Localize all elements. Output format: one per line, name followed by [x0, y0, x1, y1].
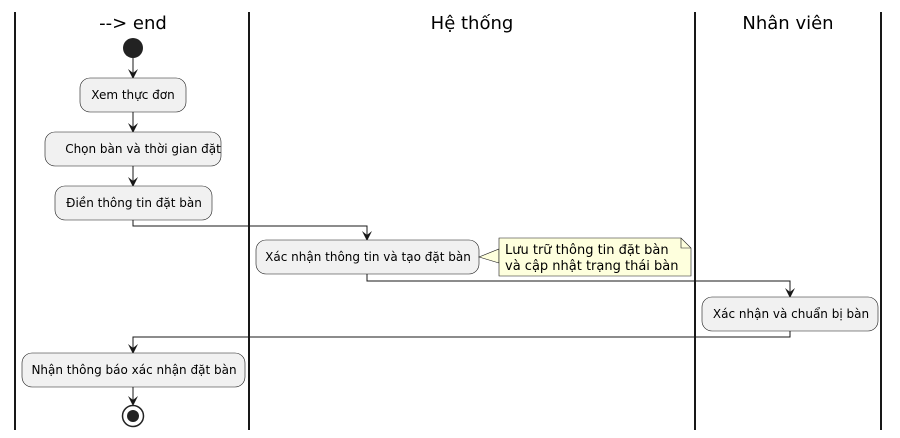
note: Lưu trữ thông tin đặt bàn và cập nhật tr… — [478, 237, 692, 277]
lane-title-customer: --> end — [99, 13, 167, 34]
activity-label: Chọn bàn và thời gian đặt — [65, 142, 221, 156]
activity-confirm-create: Xác nhận thông tin và tạo đặt bàn — [255, 239, 480, 275]
lane-title-system: Hệ thống — [431, 13, 514, 34]
activity-diagram: --> end Hệ thống Nhân viên Xem thực đơn … — [14, 12, 882, 430]
note-connector — [478, 248, 500, 264]
activity-label: Điền thông tin đặt bàn — [66, 196, 202, 210]
activity-prepare-table: Xác nhận và chuẩn bị bàn — [701, 296, 879, 332]
flow-prepare-to-notify — [128, 331, 791, 354]
start-node — [123, 38, 143, 58]
end-node — [121, 404, 145, 428]
activity-label: Xác nhận và chuẩn bị bàn — [713, 307, 869, 321]
lane-title-staff: Nhân viên — [742, 13, 833, 34]
activity-label: Nhận thông báo xác nhận đặt bàn — [31, 363, 236, 377]
activity-label: Xem thực đơn — [91, 88, 174, 102]
activity-fill-info: Điền thông tin đặt bàn — [54, 185, 213, 221]
flow-confirm-to-prepare — [366, 274, 795, 298]
activity-label: Xác nhận thông tin và tạo đặt bàn — [265, 250, 471, 264]
note-line-1: Lưu trữ thông tin đặt bàn — [505, 243, 669, 258]
activity-view-menu: Xem thực đơn — [79, 77, 187, 113]
activity-receive-notification: Nhận thông báo xác nhận đặt bàn — [21, 352, 246, 388]
activity-choose-table: Chọn bàn và thời gian đặt — [44, 131, 222, 167]
note-line-2: và cập nhật trạng thái bàn — [505, 259, 679, 274]
